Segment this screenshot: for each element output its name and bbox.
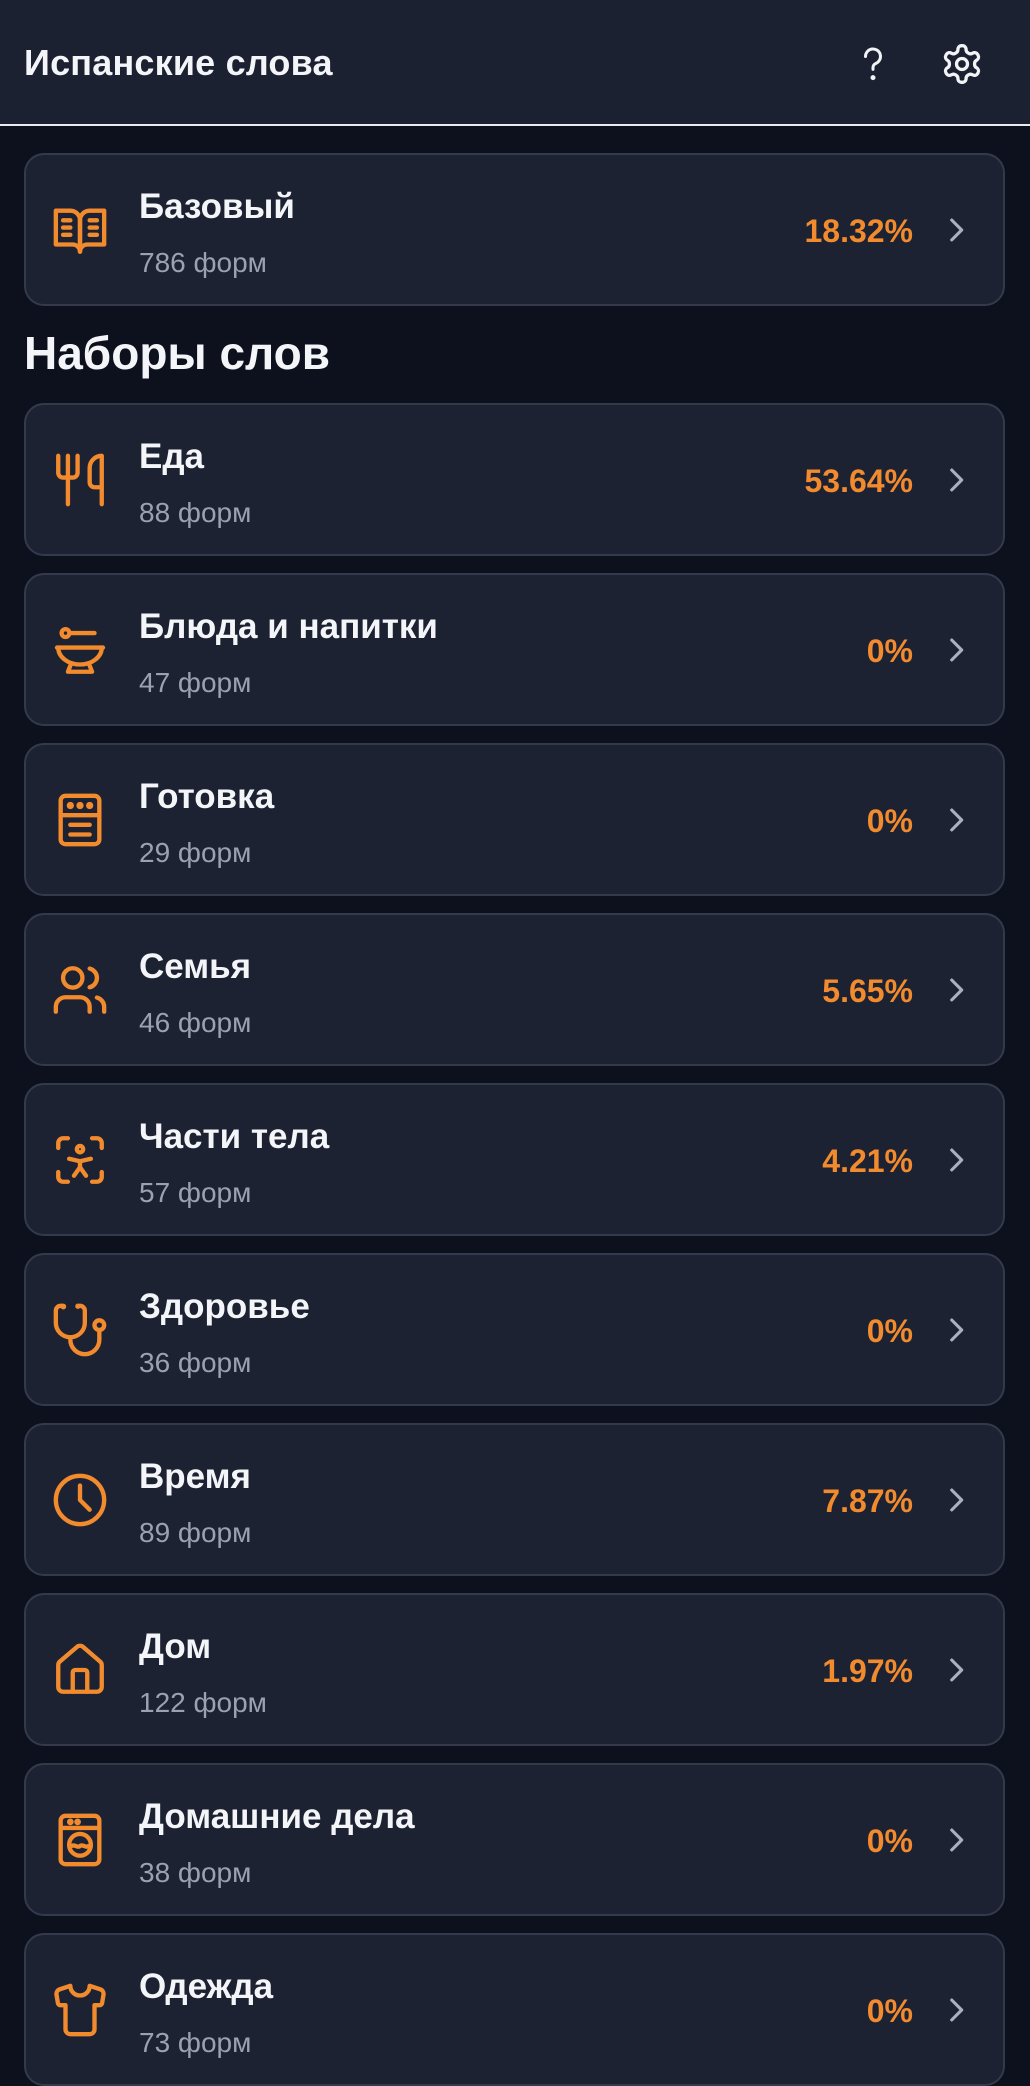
set-card-time[interactable]: Время 89 форм 7.87%	[24, 1423, 1005, 1576]
set-title: Еда	[139, 437, 205, 476]
set-form-count: 38 форм	[139, 1857, 252, 1888]
stove-icon	[51, 791, 109, 849]
set-progress-percent: 1.97%	[822, 1653, 913, 1689]
chevron-right-icon	[950, 218, 964, 242]
chevron-right-icon	[950, 1828, 964, 1852]
set-form-count: 29 форм	[139, 837, 252, 868]
set-card-cooking[interactable]: Готовка 29 форм 0%	[24, 743, 1005, 896]
chevron-right-icon	[950, 1488, 964, 1512]
set-progress-percent: 53.64%	[804, 463, 913, 499]
chevron-right-icon	[950, 1998, 964, 2022]
set-form-count: 786 форм	[139, 247, 267, 278]
clock-icon	[51, 1471, 109, 1529]
chevron-right-icon	[950, 1318, 964, 1342]
help-button[interactable]	[845, 36, 901, 92]
set-progress-percent: 0%	[866, 633, 913, 669]
bowl-icon	[51, 621, 109, 679]
base-set-card[interactable]: Базовый 786 форм 18.32%	[24, 153, 1005, 306]
set-form-count: 73 форм	[139, 2027, 252, 2058]
section-title: Наборы слов	[24, 327, 331, 379]
set-form-count: 47 форм	[139, 667, 252, 698]
book-open-icon	[51, 201, 109, 259]
set-progress-percent: 0%	[866, 1993, 913, 2029]
shirt-icon	[51, 1981, 109, 2039]
set-title: Блюда и напитки	[139, 607, 438, 646]
set-card-chores[interactable]: Домашние дела 38 форм 0%	[24, 1763, 1005, 1916]
utensils-icon	[51, 451, 109, 509]
set-form-count: 46 форм	[139, 1007, 252, 1038]
chevron-right-icon	[950, 1658, 964, 1682]
set-form-count: 89 форм	[139, 1517, 252, 1548]
chevron-right-icon	[950, 468, 964, 492]
set-title: Готовка	[139, 777, 275, 816]
set-progress-percent: 18.32%	[804, 213, 913, 249]
set-form-count: 88 форм	[139, 497, 252, 528]
set-progress-percent: 0%	[866, 1823, 913, 1859]
body-scan-icon	[51, 1131, 109, 1189]
set-card-clothes[interactable]: Одежда 73 форм 0%	[24, 1933, 1005, 2086]
chevron-right-icon	[950, 638, 964, 662]
set-progress-percent: 5.65%	[822, 973, 913, 1009]
set-title: Одежда	[139, 1967, 274, 2006]
set-progress-percent: 7.87%	[822, 1483, 913, 1519]
set-card-health[interactable]: Здоровье 36 форм 0%	[24, 1253, 1005, 1406]
set-progress-percent: 0%	[866, 1313, 913, 1349]
chevron-right-icon	[950, 808, 964, 832]
set-card-home[interactable]: Дом 122 форм 1.97%	[24, 1593, 1005, 1746]
set-form-count: 122 форм	[139, 1687, 267, 1718]
chevron-right-icon	[950, 1148, 964, 1172]
gear-icon	[943, 44, 981, 84]
set-form-count: 36 форм	[139, 1347, 252, 1378]
set-form-count: 57 форм	[139, 1177, 252, 1208]
set-title: Здоровье	[139, 1287, 310, 1326]
set-title: Части тела	[139, 1117, 330, 1156]
app-header: Испанские слова	[0, 0, 1030, 126]
set-title: Семья	[139, 947, 252, 986]
settings-button[interactable]	[934, 36, 990, 92]
set-card-family[interactable]: Семья 46 форм 5.65%	[24, 913, 1005, 1066]
set-title: Время	[139, 1457, 251, 1496]
set-card-body-parts[interactable]: Части тела 57 форм 4.21%	[24, 1083, 1005, 1236]
set-progress-percent: 0%	[866, 803, 913, 839]
set-title: Базовый	[139, 187, 295, 226]
set-title: Дом	[139, 1627, 212, 1666]
users-icon	[51, 961, 109, 1019]
chevron-right-icon	[950, 978, 964, 1002]
stethoscope-icon	[51, 1301, 109, 1359]
house-icon	[51, 1641, 109, 1699]
set-progress-percent: 4.21%	[822, 1143, 913, 1179]
app-title: Испанские слова	[24, 42, 333, 83]
set-card-food[interactable]: Еда 88 форм 53.64%	[24, 403, 1005, 556]
question-mark-icon	[863, 47, 882, 81]
washing-machine-icon	[51, 1811, 109, 1869]
set-card-dishes-drinks[interactable]: Блюда и напитки 47 форм 0%	[24, 573, 1005, 726]
set-title: Домашние дела	[139, 1797, 415, 1836]
